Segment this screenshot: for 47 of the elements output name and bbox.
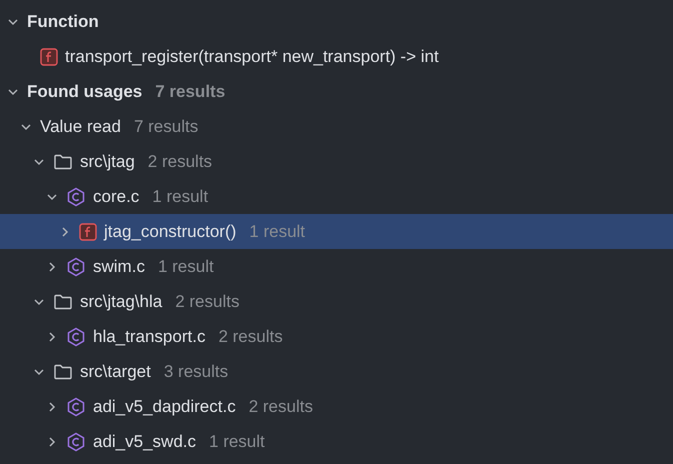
item-label: core.c <box>93 186 140 208</box>
tree-row[interactable]: core.c 1 result <box>0 179 673 214</box>
item-label: adi_v5_swd.c <box>93 430 196 453</box>
function-icon <box>79 222 97 240</box>
tree-row[interactable]: src\jtag 2 results <box>0 144 673 179</box>
folder-icon <box>53 362 73 380</box>
item-label: src\jtag <box>80 150 135 173</box>
tree-row[interactable]: src\jtag\hla 2 results <box>0 284 673 319</box>
folder-icon <box>53 292 73 310</box>
result-count: 1 result <box>158 256 214 278</box>
item-label: Function <box>27 10 99 33</box>
item-label: hla_transport.c <box>93 326 206 348</box>
tree-row[interactable]: transport_register(transport* new_transport) -> int <box>0 39 673 74</box>
tree-row[interactable]: adi_v5_dapdirect.c 2 results <box>0 389 673 424</box>
tree-row[interactable]: jtag_constructor() 1 result <box>0 214 673 249</box>
tree-row[interactable]: Found usages 7 results <box>0 74 673 109</box>
result-count: 1 result <box>152 186 208 208</box>
item-label: transport_register(transport* new_transport) -> int <box>65 46 439 68</box>
item-label: adi_v5_dapdirect.c <box>93 396 236 418</box>
result-count: 3 results <box>164 360 228 383</box>
c-file-icon <box>66 256 86 276</box>
result-count: 7 results <box>155 80 226 103</box>
result-count: 1 result <box>209 430 265 453</box>
item-label: swim.c <box>93 256 145 278</box>
c-file-icon <box>66 396 86 416</box>
item-label: Value read <box>40 116 121 138</box>
c-file-icon <box>66 432 86 452</box>
result-count: 2 results <box>218 326 283 348</box>
folder-icon <box>53 152 73 170</box>
tree-row[interactable]: swim.c 1 result <box>0 249 673 284</box>
result-count: 1 result <box>249 220 306 243</box>
item-label: Found usages <box>27 80 142 103</box>
item-label: jtag_constructor() <box>104 220 236 243</box>
item-label: src\target <box>80 360 151 383</box>
tree-row[interactable]: Function <box>0 4 673 39</box>
result-count: 2 results <box>148 150 212 173</box>
function-icon <box>40 48 58 66</box>
tree-row[interactable]: hla_transport.c 2 results <box>0 319 673 354</box>
tree-row[interactable]: adi_v5_swd.c 1 result <box>0 424 673 459</box>
c-file-icon <box>66 186 86 206</box>
tree-row[interactable]: src\target 3 results <box>0 354 673 389</box>
result-count: 7 results <box>134 116 198 138</box>
result-count: 2 results <box>175 290 240 313</box>
c-file-icon <box>66 326 86 346</box>
result-count: 2 results <box>248 396 313 418</box>
tree-row[interactable]: Value read 7 results <box>0 109 673 144</box>
item-label: src\jtag\hla <box>80 290 162 313</box>
